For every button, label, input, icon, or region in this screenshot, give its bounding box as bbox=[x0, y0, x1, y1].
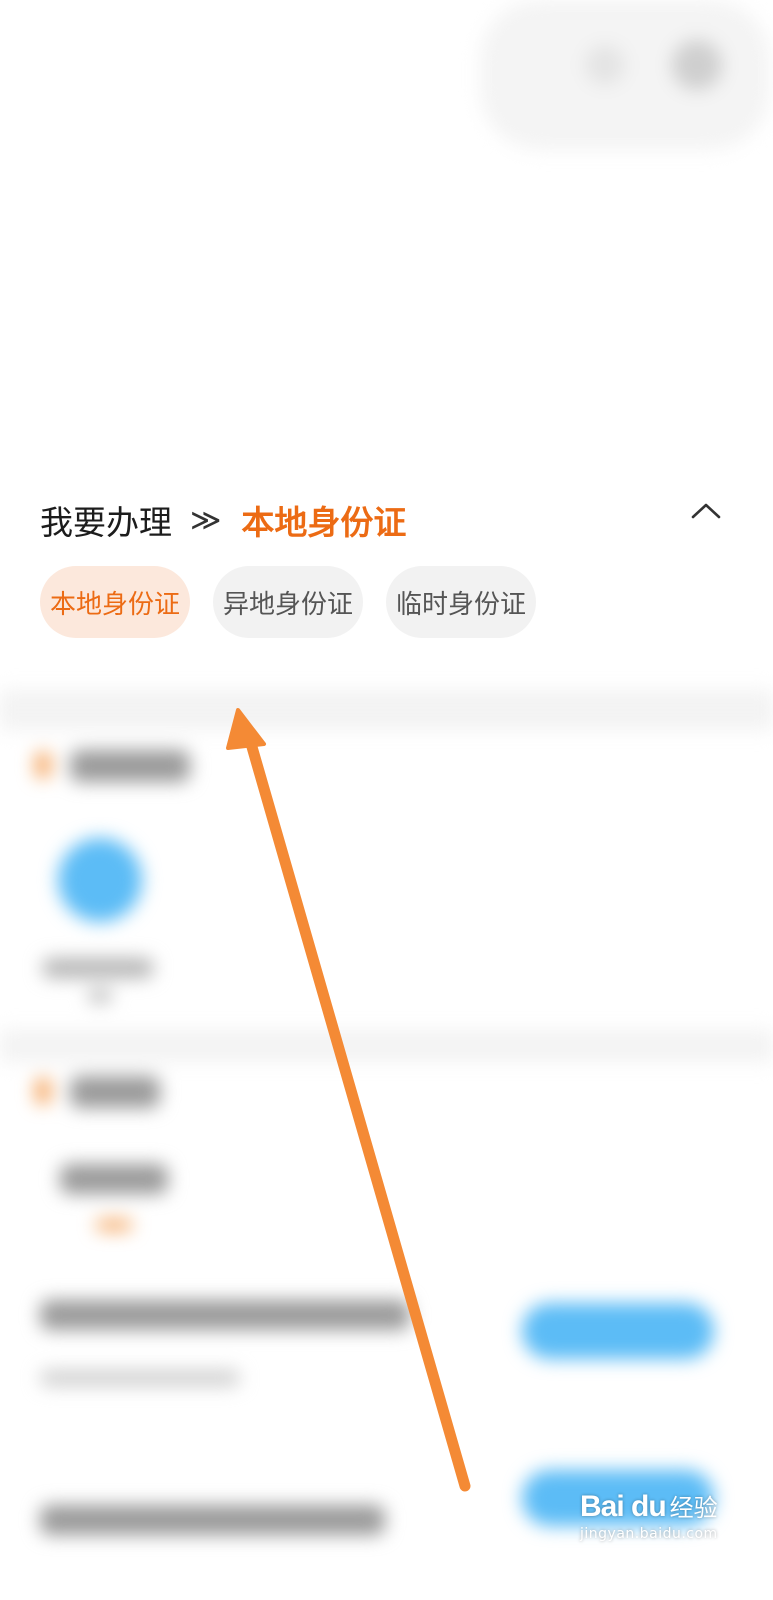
annotation-arrow bbox=[226, 708, 471, 1492]
annotation-arrow-shaft bbox=[244, 734, 471, 1492]
watermark-url: jingyan.baidu.com bbox=[580, 1526, 718, 1542]
annotation-arrow-head bbox=[226, 708, 266, 750]
watermark: Bai du 经验 jingyan.baidu.com bbox=[580, 1488, 730, 1588]
watermark-logo: Bai du bbox=[580, 1490, 667, 1523]
watermark-suffix: 经验 bbox=[669, 1494, 718, 1522]
